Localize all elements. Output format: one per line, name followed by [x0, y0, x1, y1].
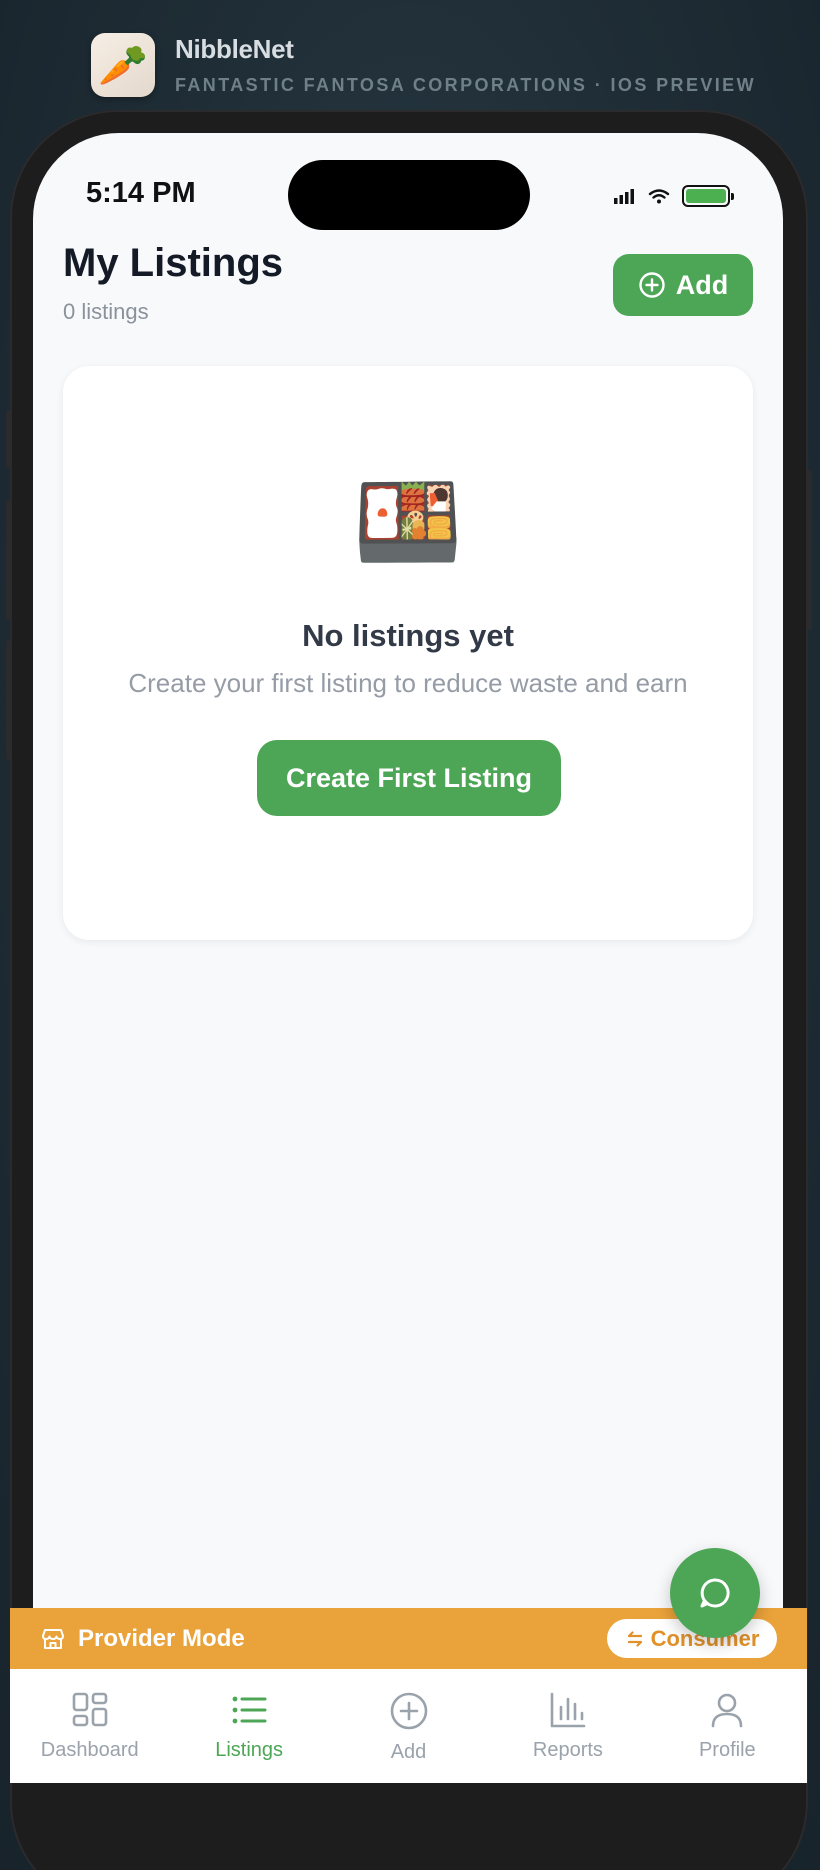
app-name: NibbleNet [175, 34, 294, 64]
dynamic-island [288, 160, 530, 230]
empty-state-card: 🍱 No listings yet Create your first list… [63, 366, 753, 940]
tab-dashboard[interactable]: Dashboard [10, 1669, 169, 1783]
tab-profile[interactable]: Profile [648, 1669, 807, 1783]
dashboard-icon [72, 1692, 108, 1727]
bar-chart-icon [550, 1692, 586, 1728]
plus-circle-icon [639, 272, 665, 298]
carrot-icon: 🥕 [91, 33, 155, 97]
add-listing-button[interactable]: Add [613, 254, 753, 316]
bottom-tab-bar: Dashboard Listings Add Reports Profile [10, 1669, 807, 1783]
signal-icon [614, 189, 634, 204]
provider-mode-label: Provider Mode [78, 1624, 245, 1652]
volume-up-button [6, 500, 12, 620]
app-header: 🥕 NibbleNet FANTASTIC FANTOSA CORPORATIO… [91, 33, 756, 97]
swap-icon [627, 1630, 642, 1647]
empty-state-description: Create your first listing to reduce wast… [128, 668, 688, 698]
listing-count: 0 listings [63, 299, 149, 324]
store-icon [42, 1628, 64, 1649]
tab-listings[interactable]: Listings [169, 1669, 328, 1783]
wifi-icon [648, 189, 670, 204]
tab-dashboard-label: Dashboard [40, 1739, 139, 1761]
battery-icon [682, 185, 734, 207]
volume-down-button [6, 640, 12, 760]
tab-add-label: Add [390, 1741, 427, 1763]
tab-reports-label: Reports [532, 1739, 603, 1761]
power-button [806, 470, 812, 630]
tab-add[interactable]: Add [329, 1669, 488, 1783]
action-button [6, 410, 12, 468]
empty-state-title: No listings yet [302, 618, 514, 653]
tab-reports[interactable]: Reports [488, 1669, 647, 1783]
add-listing-label: Add [675, 269, 729, 300]
phone-screen: 5:14 PM My Listings 0 listings Add 🍱 No … [33, 133, 783, 1783]
chat-bubble-icon [700, 1578, 730, 1608]
status-icons [614, 185, 734, 207]
status-time: 5:14 PM [86, 177, 196, 209]
chat-fab-button[interactable] [670, 1548, 760, 1638]
tab-listings-label: Listings [215, 1739, 284, 1761]
user-icon [712, 1693, 743, 1728]
list-icon [232, 1696, 267, 1724]
plus-circle-icon [390, 1692, 427, 1730]
bento-box-icon: 🍱 [353, 472, 463, 571]
page-title: My Listings [63, 241, 284, 285]
create-first-listing-button[interactable]: Create First Listing [257, 740, 561, 816]
app-subtitle: FANTASTIC FANTOSA CORPORATIONS · IOS PRE… [175, 75, 756, 95]
tab-profile-label: Profile [698, 1739, 756, 1761]
